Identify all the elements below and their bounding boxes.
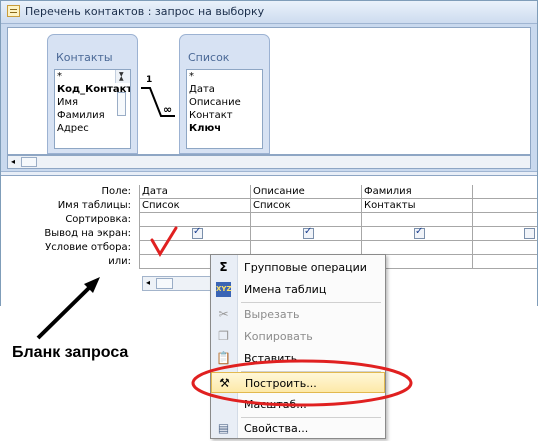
table-names-icon: XYZ	[216, 282, 232, 297]
annotation-label: Бланк запроса	[12, 344, 129, 361]
properties-icon: ▤	[217, 421, 230, 435]
menu-item-properties[interactable]: ▤ Свойства...	[211, 418, 385, 439]
scissors-icon: ✂	[218, 307, 229, 321]
table-box-contacts[interactable]: Контакты * Код_Контакта Имя Фамилия Адре…	[47, 34, 138, 154]
menu-separator	[241, 302, 381, 303]
menu-item-label: Имена таблиц	[244, 283, 327, 296]
table-name-list: Список	[188, 51, 230, 64]
grid-cell-table[interactable]	[473, 199, 537, 213]
grid-cell-sort[interactable]	[473, 213, 537, 227]
show-checkbox[interactable]	[414, 227, 425, 239]
grid-cell-field[interactable]: Фамилия	[362, 185, 473, 199]
row-label-criteria: Условие отбора:	[45, 242, 131, 253]
row-label-table: Имя таблицы:	[57, 200, 131, 211]
menu-item-paste[interactable]: 📋 Вставить	[211, 348, 385, 369]
title-bar[interactable]: Перечень контактов : запрос на выборку	[1, 1, 537, 24]
grid-cell-sort[interactable]	[140, 213, 251, 227]
relationship-one-label: 1	[146, 75, 152, 85]
table-box-list[interactable]: Список * Дата Описание Контакт Ключ	[179, 34, 270, 154]
menu-item-label: Масштаб...	[244, 398, 307, 411]
menu-item-zoom[interactable]: Масштаб...	[211, 394, 385, 415]
menu-item-copy[interactable]: ❐ Копировать	[211, 326, 385, 347]
menu-item-group-operations[interactable]: Σ Групповые операции	[211, 257, 385, 278]
grid-cell-table[interactable]: Список	[251, 199, 362, 213]
field-list-list[interactable]: * Дата Описание Контакт Ключ	[186, 69, 263, 149]
scroll-left-icon[interactable]: ◂	[11, 157, 15, 166]
sigma-icon: Σ	[219, 260, 228, 274]
menu-item-cut[interactable]: ✂ Вырезать	[211, 304, 385, 325]
row-label-or: или:	[108, 256, 131, 267]
menu-item-label: Копировать	[244, 330, 313, 343]
field-list-scrollbar[interactable]: ▲ ▼	[115, 70, 130, 116]
tables-pane: 1 ∞ Контакты * Код_Контакта Имя Фамилия …	[7, 27, 531, 155]
build-wand-icon: ⚒	[219, 376, 230, 390]
scroll-down-icon[interactable]: ▼	[119, 70, 124, 81]
grid-cell-show[interactable]	[362, 227, 473, 241]
context-menu: Σ Групповые операции XYZ Имена таблиц ✂ …	[210, 254, 386, 439]
menu-item-table-names[interactable]: XYZ Имена таблиц	[211, 279, 385, 300]
grid-cell-show[interactable]	[140, 227, 251, 241]
menu-item-label: Свойства...	[244, 422, 309, 435]
row-label-show: Вывод на экран:	[44, 228, 131, 239]
row-label-sort: Сортировка:	[65, 214, 131, 225]
grid-column-4	[472, 185, 537, 269]
field-item[interactable]: Адрес	[55, 122, 130, 135]
menu-item-build[interactable]: ⚒ Построить...	[211, 372, 385, 393]
scroll-thumb[interactable]	[117, 92, 126, 116]
field-item[interactable]: Описание	[187, 96, 262, 109]
menu-item-label: Построить...	[245, 377, 317, 390]
scroll-left-icon[interactable]: ◂	[146, 278, 150, 287]
window-title: Перечень контактов : запрос на выборку	[25, 5, 265, 18]
grid-cell-sort[interactable]	[251, 213, 362, 227]
menu-item-label: Групповые операции	[244, 261, 367, 274]
field-item[interactable]: *	[187, 70, 262, 83]
row-label-field: Поле:	[101, 186, 131, 197]
grid-cell-show[interactable]	[473, 227, 537, 241]
show-checkbox[interactable]	[524, 228, 535, 239]
grid-cell-field[interactable]	[473, 185, 537, 199]
paste-icon: 📋	[216, 351, 231, 365]
copy-icon: ❐	[218, 329, 229, 343]
relationship-many-label: ∞	[163, 103, 172, 116]
grid-cell-criteria[interactable]	[362, 241, 473, 255]
scroll-thumb[interactable]	[21, 157, 37, 167]
field-item[interactable]: Дата	[187, 83, 262, 96]
show-checkbox[interactable]	[303, 227, 314, 239]
table-name-contacts: Контакты	[56, 51, 113, 64]
tables-pane-scrollbar[interactable]: ◂	[7, 155, 531, 169]
query-icon	[7, 5, 20, 17]
grid-cell-field[interactable]: Дата	[140, 185, 251, 199]
grid-cell-show[interactable]	[251, 227, 362, 241]
grid-cell-criteria[interactable]	[140, 241, 251, 255]
grid-cell-criteria[interactable]	[473, 241, 537, 255]
field-item[interactable]: Контакт	[187, 109, 262, 122]
grid-cell-field[interactable]: Описание	[251, 185, 362, 199]
menu-item-label: Вырезать	[244, 308, 300, 321]
field-list-contacts[interactable]: * Код_Контакта Имя Фамилия Адрес ▲ ▼	[54, 69, 131, 149]
grid-cell-criteria[interactable]	[251, 241, 362, 255]
grid-cell-sort[interactable]	[362, 213, 473, 227]
grid-cell-or[interactable]	[473, 255, 537, 269]
field-item[interactable]: Ключ	[187, 122, 262, 135]
show-checkbox[interactable]	[192, 227, 203, 239]
grid-cell-table[interactable]: Список	[140, 199, 251, 213]
zoom-icon	[216, 397, 231, 412]
grid-cell-table[interactable]: Контакты	[362, 199, 473, 213]
scroll-thumb[interactable]	[156, 278, 173, 289]
grid-row-labels: Поле: Имя таблицы: Сортировка: Вывод на …	[1, 185, 133, 269]
menu-item-label: Вставить	[244, 352, 298, 365]
